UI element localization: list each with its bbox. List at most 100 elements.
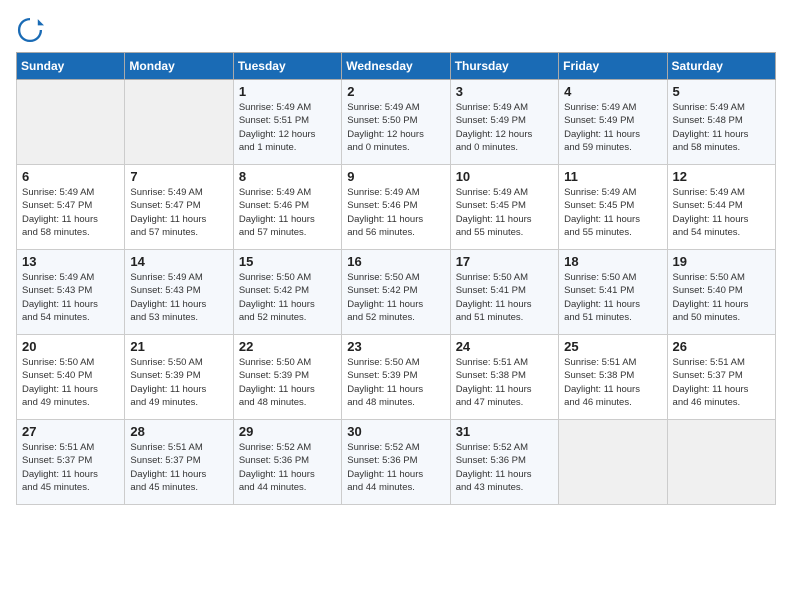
- day-number: 17: [456, 254, 553, 269]
- table-row: 12 Sunrise: 5:49 AM Sunset: 5:44 PM Dayli…: [667, 165, 775, 250]
- table-row: 19 Sunrise: 5:50 AM Sunset: 5:40 PM Dayli…: [667, 250, 775, 335]
- week-row-1: 1 Sunrise: 5:49 AM Sunset: 5:51 PM Daylig…: [17, 80, 776, 165]
- day-number: 6: [22, 169, 119, 184]
- day-number: 31: [456, 424, 553, 439]
- calendar-header: SundayMondayTuesdayWednesdayThursdayFrid…: [17, 53, 776, 80]
- weekday-monday: Monday: [125, 53, 233, 80]
- day-detail: Sunrise: 5:51 AM Sunset: 5:37 PM Dayligh…: [673, 356, 770, 409]
- table-row: 11 Sunrise: 5:49 AM Sunset: 5:45 PM Dayli…: [559, 165, 667, 250]
- day-detail: Sunrise: 5:52 AM Sunset: 5:36 PM Dayligh…: [347, 441, 444, 494]
- table-row: 21 Sunrise: 5:50 AM Sunset: 5:39 PM Dayli…: [125, 335, 233, 420]
- day-number: 1: [239, 84, 336, 99]
- table-row: 15Sunrise: 5:50 AM Sunset: 5:42 PM Dayli…: [233, 250, 341, 335]
- page-header: [16, 16, 776, 44]
- day-number: 30: [347, 424, 444, 439]
- day-number: 20: [22, 339, 119, 354]
- day-detail: Sunrise: 5:49 AM Sunset: 5:43 PM Dayligh…: [130, 271, 227, 324]
- table-row: 8Sunrise: 5:49 AM Sunset: 5:46 PM Daylig…: [233, 165, 341, 250]
- table-row: 9 Sunrise: 5:49 AM Sunset: 5:46 PM Daylig…: [342, 165, 450, 250]
- weekday-tuesday: Tuesday: [233, 53, 341, 80]
- weekday-saturday: Saturday: [667, 53, 775, 80]
- day-detail: Sunrise: 5:50 AM Sunset: 5:41 PM Dayligh…: [456, 271, 553, 324]
- day-number: 14: [130, 254, 227, 269]
- table-row: 18Sunrise: 5:50 AM Sunset: 5:41 PM Dayli…: [559, 250, 667, 335]
- day-detail: Sunrise: 5:49 AM Sunset: 5:43 PM Dayligh…: [22, 271, 119, 324]
- day-detail: Sunrise: 5:49 AM Sunset: 5:45 PM Dayligh…: [564, 186, 661, 239]
- day-detail: Sunrise: 5:49 AM Sunset: 5:46 PM Dayligh…: [239, 186, 336, 239]
- week-row-3: 13 Sunrise: 5:49 AM Sunset: 5:43 PM Dayli…: [17, 250, 776, 335]
- day-number: 4: [564, 84, 661, 99]
- day-detail: Sunrise: 5:49 AM Sunset: 5:51 PM Dayligh…: [239, 101, 336, 154]
- day-detail: Sunrise: 5:51 AM Sunset: 5:38 PM Dayligh…: [564, 356, 661, 409]
- table-row: 29 Sunrise: 5:52 AM Sunset: 5:36 PM Dayli…: [233, 420, 341, 505]
- day-detail: Sunrise: 5:50 AM Sunset: 5:40 PM Dayligh…: [673, 271, 770, 324]
- day-number: 2: [347, 84, 444, 99]
- day-detail: Sunrise: 5:49 AM Sunset: 5:49 PM Dayligh…: [564, 101, 661, 154]
- table-row: 1 Sunrise: 5:49 AM Sunset: 5:51 PM Daylig…: [233, 80, 341, 165]
- logo-icon: [16, 16, 44, 44]
- table-row: [559, 420, 667, 505]
- table-row: [17, 80, 125, 165]
- table-row: 6 Sunrise: 5:49 AM Sunset: 5:47 PM Daylig…: [17, 165, 125, 250]
- table-row: 28 Sunrise: 5:51 AM Sunset: 5:37 PM Dayli…: [125, 420, 233, 505]
- day-number: 11: [564, 169, 661, 184]
- week-row-4: 20 Sunrise: 5:50 AM Sunset: 5:40 PM Dayli…: [17, 335, 776, 420]
- day-number: 21: [130, 339, 227, 354]
- day-number: 13: [22, 254, 119, 269]
- day-number: 23: [347, 339, 444, 354]
- day-detail: Sunrise: 5:52 AM Sunset: 5:36 PM Dayligh…: [239, 441, 336, 494]
- table-row: 5Sunrise: 5:49 AM Sunset: 5:48 PM Daylig…: [667, 80, 775, 165]
- table-row: 23 Sunrise: 5:50 AM Sunset: 5:39 PM Dayli…: [342, 335, 450, 420]
- table-row: 16 Sunrise: 5:50 AM Sunset: 5:42 PM Dayli…: [342, 250, 450, 335]
- day-detail: Sunrise: 5:50 AM Sunset: 5:39 PM Dayligh…: [239, 356, 336, 409]
- day-detail: Sunrise: 5:50 AM Sunset: 5:42 PM Dayligh…: [239, 271, 336, 324]
- day-number: 3: [456, 84, 553, 99]
- table-row: 22Sunrise: 5:50 AM Sunset: 5:39 PM Dayli…: [233, 335, 341, 420]
- table-row: 13 Sunrise: 5:49 AM Sunset: 5:43 PM Dayli…: [17, 250, 125, 335]
- day-number: 7: [130, 169, 227, 184]
- table-row: 26 Sunrise: 5:51 AM Sunset: 5:37 PM Dayli…: [667, 335, 775, 420]
- table-row: [667, 420, 775, 505]
- day-detail: Sunrise: 5:49 AM Sunset: 5:49 PM Dayligh…: [456, 101, 553, 154]
- table-row: 4 Sunrise: 5:49 AM Sunset: 5:49 PM Daylig…: [559, 80, 667, 165]
- calendar-table: SundayMondayTuesdayWednesdayThursdayFrid…: [16, 52, 776, 505]
- day-number: 28: [130, 424, 227, 439]
- week-row-5: 27Sunrise: 5:51 AM Sunset: 5:37 PM Dayli…: [17, 420, 776, 505]
- day-detail: Sunrise: 5:52 AM Sunset: 5:36 PM Dayligh…: [456, 441, 553, 494]
- day-detail: Sunrise: 5:50 AM Sunset: 5:42 PM Dayligh…: [347, 271, 444, 324]
- day-detail: Sunrise: 5:51 AM Sunset: 5:37 PM Dayligh…: [22, 441, 119, 494]
- weekday-friday: Friday: [559, 53, 667, 80]
- table-row: 7 Sunrise: 5:49 AM Sunset: 5:47 PM Daylig…: [125, 165, 233, 250]
- day-detail: Sunrise: 5:51 AM Sunset: 5:38 PM Dayligh…: [456, 356, 553, 409]
- day-detail: Sunrise: 5:49 AM Sunset: 5:44 PM Dayligh…: [673, 186, 770, 239]
- table-row: 10Sunrise: 5:49 AM Sunset: 5:45 PM Dayli…: [450, 165, 558, 250]
- table-row: 30 Sunrise: 5:52 AM Sunset: 5:36 PM Dayli…: [342, 420, 450, 505]
- table-row: 20 Sunrise: 5:50 AM Sunset: 5:40 PM Dayli…: [17, 335, 125, 420]
- day-number: 16: [347, 254, 444, 269]
- weekday-wednesday: Wednesday: [342, 53, 450, 80]
- day-detail: Sunrise: 5:49 AM Sunset: 5:50 PM Dayligh…: [347, 101, 444, 154]
- table-row: 17 Sunrise: 5:50 AM Sunset: 5:41 PM Dayli…: [450, 250, 558, 335]
- day-number: 12: [673, 169, 770, 184]
- day-detail: Sunrise: 5:50 AM Sunset: 5:40 PM Dayligh…: [22, 356, 119, 409]
- day-number: 19: [673, 254, 770, 269]
- calendar-body: 1 Sunrise: 5:49 AM Sunset: 5:51 PM Daylig…: [17, 80, 776, 505]
- day-detail: Sunrise: 5:50 AM Sunset: 5:39 PM Dayligh…: [130, 356, 227, 409]
- day-detail: Sunrise: 5:49 AM Sunset: 5:47 PM Dayligh…: [22, 186, 119, 239]
- day-detail: Sunrise: 5:50 AM Sunset: 5:39 PM Dayligh…: [347, 356, 444, 409]
- day-detail: Sunrise: 5:51 AM Sunset: 5:37 PM Dayligh…: [130, 441, 227, 494]
- weekday-sunday: Sunday: [17, 53, 125, 80]
- day-number: 24: [456, 339, 553, 354]
- weekday-row: SundayMondayTuesdayWednesdayThursdayFrid…: [17, 53, 776, 80]
- day-number: 29: [239, 424, 336, 439]
- day-number: 26: [673, 339, 770, 354]
- weekday-thursday: Thursday: [450, 53, 558, 80]
- day-detail: Sunrise: 5:49 AM Sunset: 5:46 PM Dayligh…: [347, 186, 444, 239]
- day-number: 9: [347, 169, 444, 184]
- logo: [16, 16, 48, 44]
- table-row: 24 Sunrise: 5:51 AM Sunset: 5:38 PM Dayli…: [450, 335, 558, 420]
- day-detail: Sunrise: 5:49 AM Sunset: 5:48 PM Dayligh…: [673, 101, 770, 154]
- day-number: 10: [456, 169, 553, 184]
- day-detail: Sunrise: 5:49 AM Sunset: 5:47 PM Dayligh…: [130, 186, 227, 239]
- day-detail: Sunrise: 5:50 AM Sunset: 5:41 PM Dayligh…: [564, 271, 661, 324]
